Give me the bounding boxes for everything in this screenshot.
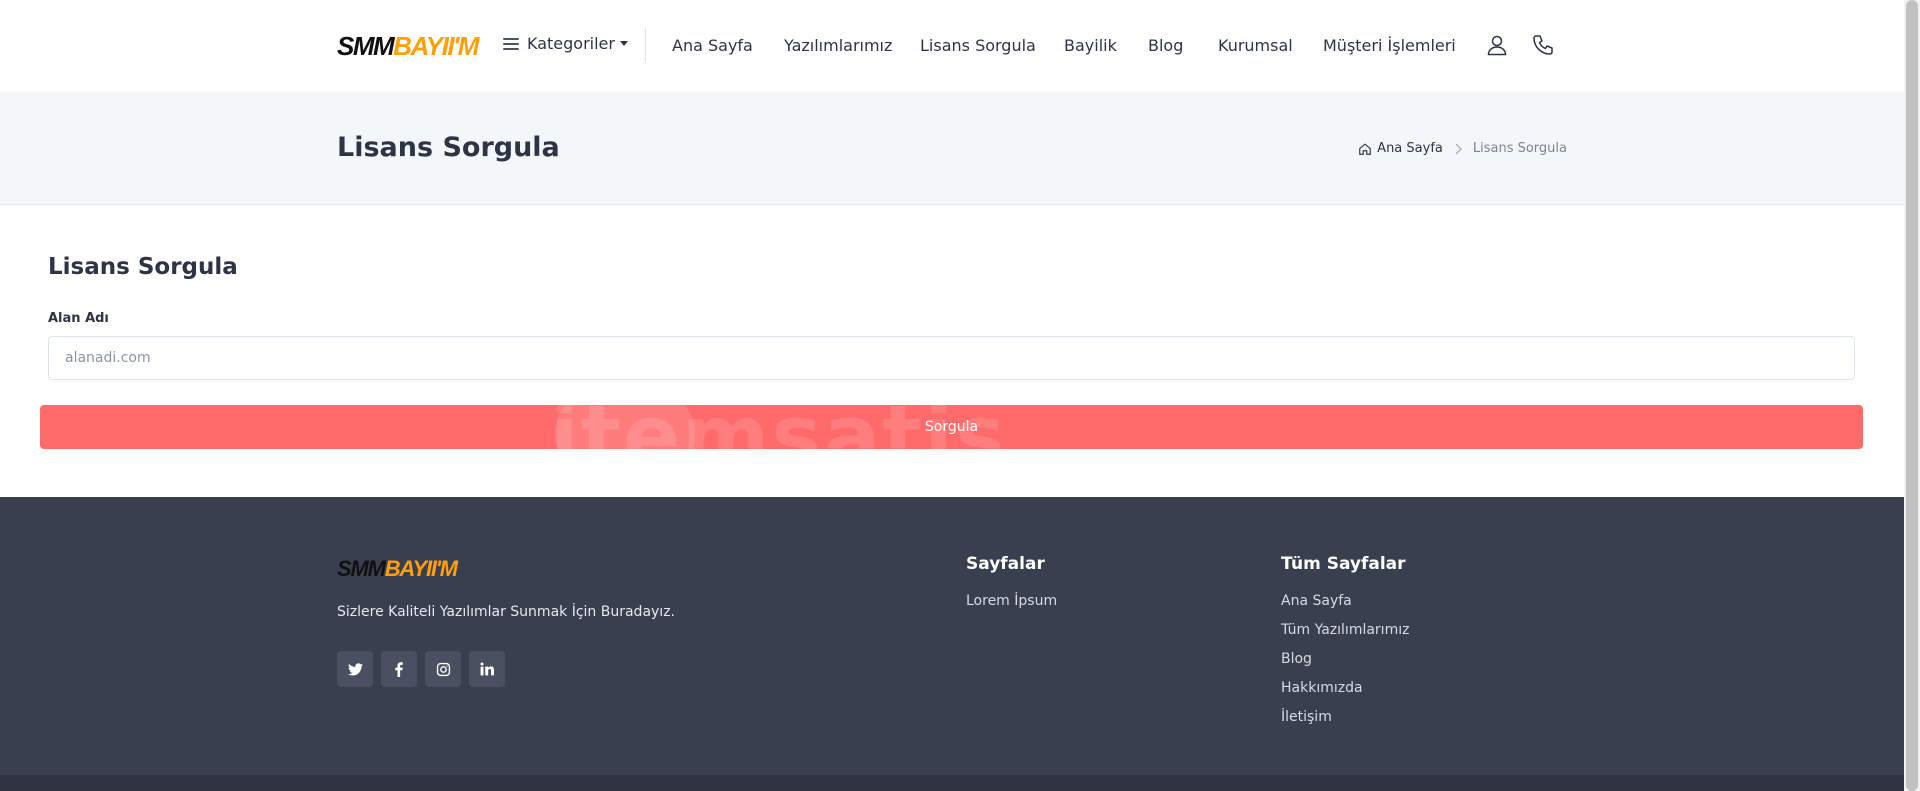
sorgula-button[interactable]: itemsatis Sorgula [40, 405, 1863, 449]
logo-part2: BAYII'M [393, 31, 479, 61]
page-title-bar: Lisans Sorgula Ana Sayfa Lisans Sorgula [0, 92, 1904, 205]
breadcrumb-home-label: Ana Sayfa [1377, 141, 1443, 156]
footer-logo[interactable]: SMMBAYII'M [337, 556, 458, 582]
phone-icon[interactable] [1531, 33, 1555, 57]
categories-dropdown[interactable]: Kategoriler [503, 34, 628, 53]
footer-logo-part1: SMM [337, 556, 386, 581]
user-icon[interactable] [1485, 33, 1509, 57]
footer-link-ana-sayfa[interactable]: Ana Sayfa [1281, 593, 1352, 609]
form-title: Lisans Sorgula [48, 254, 238, 280]
menu-icon [503, 37, 519, 50]
nav-kurumsal[interactable]: Kurumsal [1218, 36, 1293, 55]
home-icon [1359, 142, 1371, 155]
breadcrumb: Ana Sayfa Lisans Sorgula [1358, 141, 1567, 156]
categories-label: Kategoriler [527, 34, 615, 53]
site-footer [0, 497, 1904, 791]
footer-link-blog[interactable]: Blog [1281, 651, 1312, 667]
page: SMM BAYII'M Kategoriler Ana Sayfa Yazılım… [0, 0, 1904, 791]
chevron-right-icon [1455, 143, 1462, 154]
site-header: SMM BAYII'M Kategoriler Ana Sayfa Yazılım… [0, 0, 1904, 92]
footer-col2-title: Tüm Sayfalar [1281, 554, 1406, 574]
footer-link-hakkimizda[interactable]: Hakkımızda [1281, 680, 1363, 696]
scrollbar-thumb[interactable] [1906, 0, 1918, 791]
footer-col1-title: Sayfalar [966, 554, 1045, 574]
domain-input[interactable] [48, 336, 1855, 380]
nav-lisans-sorgula[interactable]: Lisans Sorgula [920, 36, 1036, 55]
breadcrumb-current: Lisans Sorgula [1472, 141, 1567, 156]
footer-description: Sizlere Kaliteli Yazılımlar Sunmak İçin … [337, 604, 675, 620]
instagram-icon[interactable] [425, 651, 461, 687]
nav-ana-sayfa[interactable]: Ana Sayfa [672, 36, 753, 55]
watermark-shape [555, 405, 695, 449]
footer-bottom-bar [0, 775, 1904, 791]
footer-link-iletisim[interactable]: İletişim [1281, 709, 1332, 725]
site-logo[interactable]: SMM BAYII'M [337, 31, 479, 61]
footer-link-lorem-ipsum[interactable]: Lorem İpsum [966, 593, 1057, 609]
footer-logo-part2: BAYII'M [384, 556, 458, 581]
breadcrumb-home[interactable]: Ana Sayfa [1358, 141, 1443, 156]
logo-part1: SMM [337, 31, 395, 61]
nav-blog[interactable]: Blog [1148, 36, 1183, 55]
nav-musteri-islemleri[interactable]: Müşteri İşlemleri [1323, 36, 1456, 55]
nav-bayilik[interactable]: Bayilik [1064, 36, 1117, 55]
twitter-icon[interactable] [337, 651, 373, 687]
domain-label: Alan Adı [48, 311, 109, 326]
page-title: Lisans Sorgula [337, 132, 560, 163]
footer-link-tum-yazilimlarimiz[interactable]: Tüm Yazılımlarımız [1281, 622, 1409, 638]
linkedin-icon[interactable] [469, 651, 505, 687]
nav-yazilimlarimiz[interactable]: Yazılımlarımız [784, 36, 892, 55]
sorgula-button-label: Sorgula [924, 419, 979, 435]
caret-down-icon [619, 41, 628, 46]
facebook-icon[interactable] [381, 651, 417, 687]
nav-divider [645, 28, 646, 62]
